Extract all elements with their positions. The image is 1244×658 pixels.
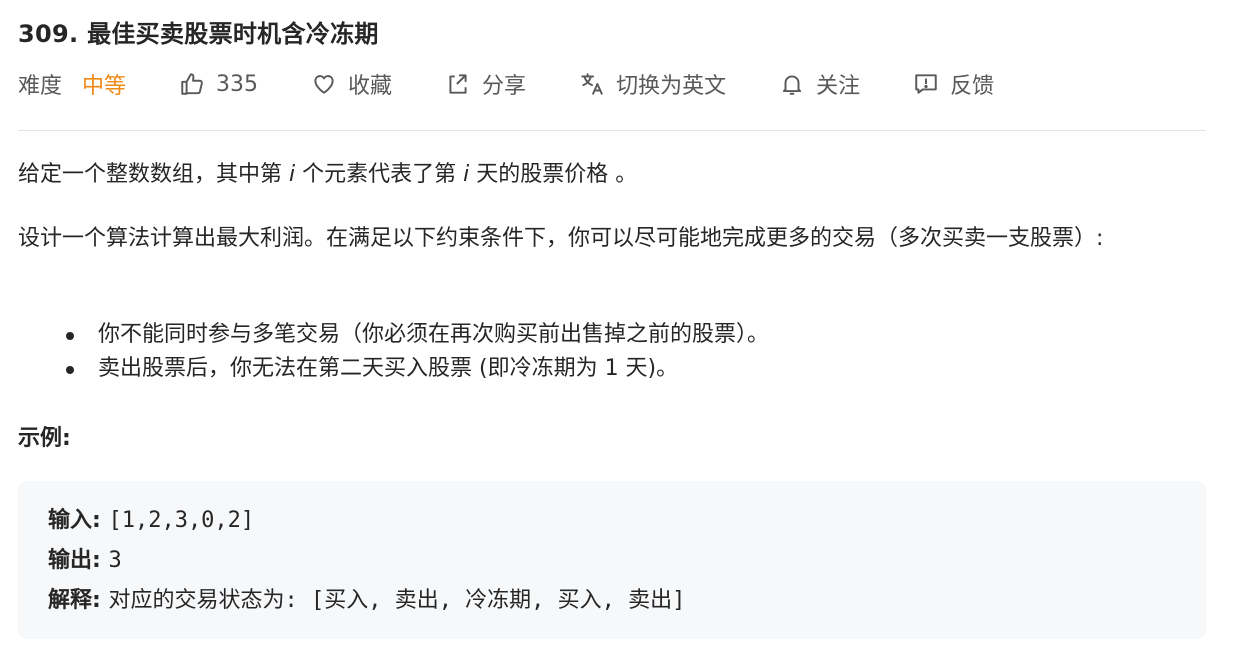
share-label: 分享	[482, 74, 527, 99]
bullet-dot	[66, 332, 74, 340]
thumbs-up-icon	[178, 70, 206, 98]
translate-icon	[578, 70, 606, 98]
share-button[interactable]: 分享	[444, 68, 526, 100]
header-divider	[18, 130, 1206, 131]
like-count: 335	[216, 71, 259, 97]
follow-label: 关注	[816, 74, 861, 99]
difficulty-label: 难度	[18, 74, 63, 99]
problem-page: 309. 最佳买卖股票时机含冷冻期 难度 中等 335 收藏 分享 切换为英文 …	[0, 0, 1244, 658]
constraints-list: 你不能同时参与多笔交易（你必须在再次购买前出售掉之前的股票）。 卖出股票后，你无…	[18, 318, 769, 386]
problem-toolbar: 难度 中等 335 收藏 分享 切换为英文 关注 反馈	[18, 66, 994, 102]
description-paragraph-2: 设计一个算法计算出最大利润。在满足以下约束条件下，你可以尽可能地完成更多的交易（…	[18, 226, 1104, 251]
description-text: 天的股票价格 。	[469, 162, 638, 187]
description-text: 个元素代表了第	[295, 162, 464, 187]
output-label: 输出:	[48, 548, 109, 573]
bullet-dot	[66, 366, 74, 374]
example-code-block: 输入: [1,2,3,0,2] 输出: 3 解释: 对应的交易状态为: [买入,…	[18, 481, 1206, 639]
like-button[interactable]: 335	[178, 70, 258, 98]
output-value: 3	[108, 548, 122, 573]
difficulty-badge: 中等	[82, 74, 127, 99]
bell-icon	[778, 70, 806, 98]
follow-button[interactable]: 关注	[778, 68, 860, 100]
description-text: 给定一个整数数组，其中第	[18, 162, 289, 187]
example-explain-line: 解释: 对应的交易状态为: [买入, 卖出, 冷冻期, 买入, 卖出]	[48, 581, 1176, 621]
collect-label: 收藏	[348, 74, 393, 99]
share-icon	[444, 70, 472, 98]
description-paragraph-1: 给定一个整数数组，其中第 i 个元素代表了第 i 天的股票价格 。	[18, 158, 1208, 192]
heart-icon	[310, 70, 338, 98]
feedback-label: 反馈	[950, 74, 995, 99]
explain-value: 对应的交易状态为: [买入, 卖出, 冷冻期, 买入, 卖出]	[108, 588, 686, 613]
problem-title: 309. 最佳买卖股票时机含冷冻期	[18, 20, 379, 48]
list-item: 卖出股票后，你无法在第二天买入股票 (即冷冻期为 1 天)。	[18, 352, 769, 386]
feedback-button[interactable]: 反馈	[912, 68, 994, 100]
list-item-text: 卖出股票后，你无法在第二天买入股票 (即冷冻期为 1 天)。	[98, 356, 679, 381]
example-heading: 示例:	[18, 426, 71, 451]
example-output-line: 输出: 3	[48, 541, 1176, 581]
list-item-text: 你不能同时参与多笔交易（你必须在再次购买前出售掉之前的股票）。	[98, 322, 770, 347]
example-input-line: 输入: [1,2,3,0,2]	[48, 501, 1176, 541]
feedback-icon	[912, 70, 940, 98]
input-label: 输入:	[48, 508, 109, 533]
explain-label: 解释:	[48, 588, 109, 613]
input-value: [1,2,3,0,2]	[108, 508, 255, 533]
collect-button[interactable]: 收藏	[310, 68, 392, 100]
switch-language-button[interactable]: 切换为英文	[578, 68, 726, 100]
switch-language-label: 切换为英文	[616, 74, 727, 99]
list-item: 你不能同时参与多笔交易（你必须在再次购买前出售掉之前的股票）。	[18, 318, 769, 352]
